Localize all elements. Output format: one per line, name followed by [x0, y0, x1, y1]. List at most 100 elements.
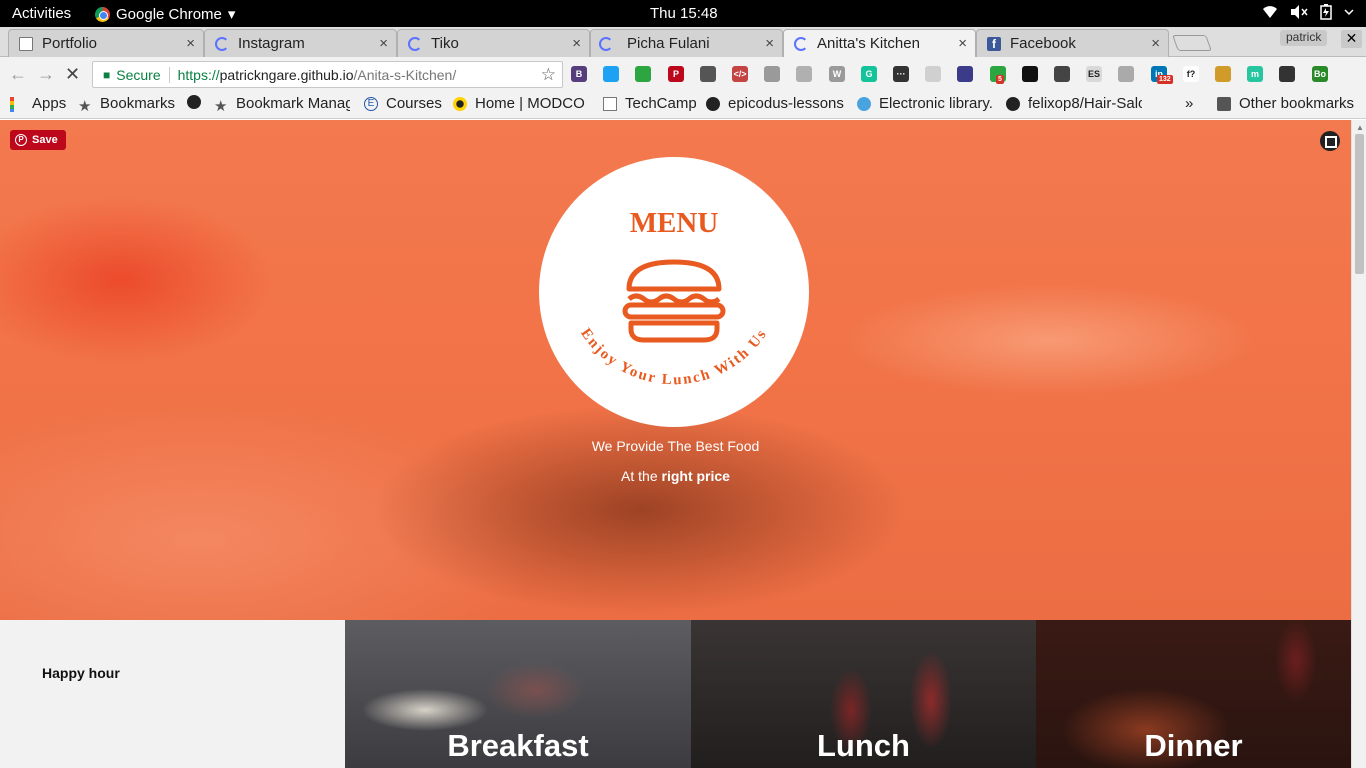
chrome-logo-icon	[95, 6, 110, 22]
bootstrap-extension-icon[interactable]: B	[571, 66, 587, 82]
extension-glyph: B	[575, 69, 583, 79]
pinterest-extension-icon[interactable]: P	[668, 66, 684, 82]
bookmark-label: TechCamp	[625, 95, 697, 112]
bookmark-label: Courses	[386, 95, 442, 112]
tab-portfolio[interactable]: Portfolio ×	[8, 29, 204, 57]
twitter-extension-icon[interactable]	[603, 66, 619, 82]
bookmark-courses[interactable]: E Courses	[364, 95, 442, 112]
loading-spinner-icon	[408, 36, 422, 51]
app-menu[interactable]: Google Chrome ▾	[95, 5, 235, 23]
lunch-card[interactable]: Lunch	[691, 620, 1036, 768]
bookmark-modcom[interactable]: Home | MODCO	[453, 95, 589, 112]
extension-glyph: f?	[1186, 69, 1196, 79]
window-close-button[interactable]: ✕	[1341, 30, 1362, 48]
tab-close-icon[interactable]: ×	[572, 35, 581, 52]
forward-arrow-icon[interactable]: →	[37, 64, 55, 85]
tab-facebook[interactable]: f Facebook ×	[976, 29, 1169, 57]
bookmark-apps[interactable]: Apps	[10, 95, 66, 112]
url-path: /Anita-s-Kitchen/	[353, 66, 457, 83]
tab-close-icon[interactable]: ×	[958, 35, 967, 52]
tab-close-icon[interactable]: ×	[379, 35, 388, 52]
ext-green-dot-extension-icon[interactable]: 5	[990, 66, 1006, 84]
tagline-right-price: At the right price	[0, 468, 1351, 484]
bookmarks-overflow-chevron-icon[interactable]: »	[1185, 95, 1193, 112]
system-top-bar: Activities Google Chrome ▾ Thu 15:48	[0, 0, 1366, 27]
bookmark-star-icon[interactable]: ☆	[541, 65, 556, 85]
new-tab-button[interactable]	[1172, 35, 1212, 51]
modcom-icon	[453, 96, 467, 111]
tab-tiko[interactable]: Tiko ×	[397, 29, 590, 57]
address-bar[interactable]: ■ Secure https:// patrickngare.github.io…	[92, 61, 563, 88]
tagline-prefix: At the	[621, 468, 662, 484]
ext-bo-extension-icon[interactable]: Bo	[1312, 66, 1328, 82]
profile-button[interactable]: patrick	[1280, 30, 1328, 46]
whatfont-extension-icon[interactable]: f?	[1183, 66, 1199, 82]
ext-dots-extension-icon[interactable]: ···	[893, 66, 909, 82]
tab-close-icon[interactable]: ×	[765, 35, 774, 52]
ext-grey-1-extension-icon[interactable]	[764, 66, 780, 82]
wifi-icon	[1263, 6, 1277, 18]
page-scrollbar[interactable]: ▲	[1351, 120, 1366, 768]
tab-label: Anitta's Kitchen	[817, 35, 920, 52]
tab-label: Tiko	[431, 35, 459, 52]
tab-close-icon[interactable]: ×	[186, 35, 195, 52]
wordpress-extension-icon[interactable]: W	[829, 66, 845, 82]
dinner-card[interactable]: Dinner	[1036, 620, 1351, 768]
ext-grey-2-extension-icon[interactable]	[796, 66, 812, 82]
stop-loading-icon[interactable]: ✕	[65, 64, 80, 85]
back-arrow-icon[interactable]: ←	[9, 64, 27, 85]
activities-button[interactable]: Activities	[12, 5, 71, 22]
eyedropper-extension-icon[interactable]	[1054, 66, 1070, 82]
extension-glyph: Bo	[1314, 69, 1326, 79]
bookmark-manager[interactable]: ★ Bookmark Manag	[214, 95, 350, 112]
tab-picha-fulani[interactable]: Picha Fulani ×	[590, 29, 783, 57]
ext-teal-extension-icon[interactable]: m	[1247, 66, 1263, 82]
bookmark-electronic-library[interactable]: Electronic library.	[857, 95, 992, 112]
tagline-bold: right price	[661, 468, 730, 484]
ext-swirl-extension-icon[interactable]	[1118, 66, 1134, 82]
tab-anittas-kitchen[interactable]: Anitta's Kitchen ×	[783, 29, 976, 57]
browser-toolbar: ← → ✕ ■ Secure https:// patrickngare.git…	[0, 57, 1366, 91]
bookmark-bookmarks[interactable]: ★ Bookmarks	[78, 95, 175, 112]
clock[interactable]: Thu 15:48	[650, 5, 718, 22]
ext-green-extension-icon[interactable]	[635, 66, 651, 82]
bookmark-github[interactable]	[187, 95, 201, 109]
pinterest-save-button[interactable]: P Save	[10, 130, 66, 150]
bookmark-epicodus[interactable]: epicodus-lessons	[706, 95, 844, 112]
lunch-title: Lunch	[817, 728, 910, 763]
bookmark-hair-salon[interactable]: felixop8/Hair-Salo	[1006, 95, 1142, 112]
ext-light-extension-icon[interactable]	[925, 66, 941, 82]
extension-glyph: W	[832, 69, 842, 79]
burger-icon	[622, 259, 726, 343]
scrollbar-thumb[interactable]	[1355, 134, 1364, 274]
extension-glyph: ES	[1087, 69, 1100, 79]
system-tray[interactable]	[1262, 4, 1354, 20]
scroll-up-arrow-icon[interactable]: ▲	[1356, 123, 1364, 132]
breakfast-card[interactable]: Breakfast	[345, 620, 691, 768]
code-extension-icon[interactable]: </>	[732, 66, 748, 82]
linkedin-extension-icon[interactable]: in 132	[1151, 66, 1173, 84]
happy-hour-heading: Happy hour	[42, 665, 120, 681]
star-icon: ★	[214, 97, 228, 113]
tab-instagram[interactable]: Instagram ×	[204, 29, 397, 57]
battery-icon	[1320, 4, 1332, 20]
bookmark-techcamp[interactable]: TechCamp	[603, 95, 697, 112]
extension-badge: 132	[1157, 75, 1173, 84]
grammarly-extension-icon[interactable]: G	[861, 66, 877, 82]
gnome-extension-icon[interactable]	[1022, 66, 1038, 82]
ext-es-extension-icon[interactable]: ES	[1086, 66, 1102, 82]
ext-tag-extension-icon[interactable]	[1215, 66, 1231, 82]
loading-spinner-icon	[599, 36, 613, 51]
chevron-down-icon: ▾	[227, 6, 236, 23]
bookmark-label: epicodus-lessons	[728, 95, 844, 112]
fullscreen-icon[interactable]	[1320, 131, 1340, 151]
breakfast-title: Breakfast	[447, 728, 589, 763]
pocket-extension-icon[interactable]	[700, 66, 716, 82]
power-menu-icon	[1344, 9, 1354, 16]
bookmark-ext-extension-icon[interactable]	[957, 66, 973, 82]
ext-film-extension-icon[interactable]	[1279, 66, 1295, 82]
tab-close-icon[interactable]: ×	[1151, 35, 1160, 52]
courses-icon: E	[364, 96, 378, 111]
other-bookmarks[interactable]: Other bookmarks	[1217, 95, 1354, 112]
tab-strip: Portfolio × Instagram × Tiko × Picha Ful…	[0, 27, 1366, 57]
